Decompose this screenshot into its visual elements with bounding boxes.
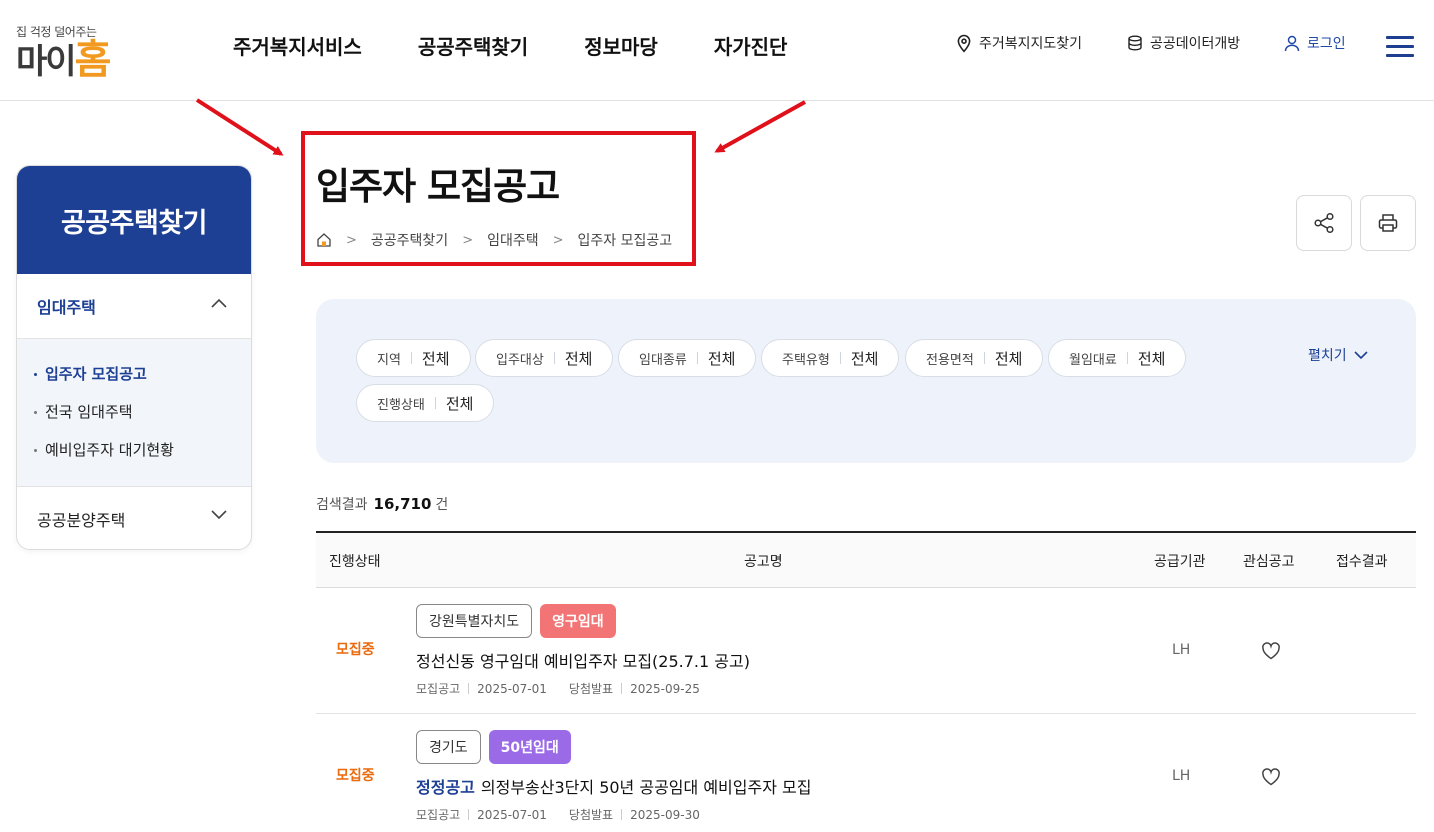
main-nav: 주거복지서비스 공공주택찾기 정보마당 자가진단 bbox=[233, 30, 843, 64]
table-row[interactable]: 모집중 경기도 50년임대 정정공고 의정부송산3단지 50년 공공임대 예비입주… bbox=[316, 714, 1416, 832]
notice-tags: 경기도 50년임대 bbox=[416, 730, 571, 764]
notice-meta: 모집공고 2025-07-01 당첨발표 2025-09-25 bbox=[416, 681, 700, 697]
database-icon bbox=[1128, 35, 1142, 51]
filter-chip-status[interactable]: 진행상태 전체 bbox=[356, 384, 495, 422]
correction-prefix: 정정공고 bbox=[416, 778, 475, 797]
location-pin-icon bbox=[957, 34, 971, 52]
notice-title: 정선신동 영구임대 예비입주자 모집(25.7.1 공고) bbox=[416, 652, 750, 671]
logo-wordmark: 마이홈 bbox=[16, 37, 111, 83]
result-count-label: 검색결과 bbox=[316, 497, 368, 513]
notice-title: 의정부송산3단지 50년 공공임대 예비입주자 모집 bbox=[480, 778, 812, 797]
filter-expand-button[interactable]: 펼치기 bbox=[1308, 345, 1368, 365]
column-header-favorite: 관심공고 bbox=[1243, 554, 1295, 570]
chevron-up-icon bbox=[211, 298, 227, 308]
side-nav-item-waitlist[interactable]: 예비입주자 대기현황 bbox=[17, 431, 251, 469]
print-icon bbox=[1378, 214, 1398, 232]
login-label: 로그인 bbox=[1307, 36, 1346, 52]
result-count-unit: 건 bbox=[435, 497, 449, 513]
side-nav-item-national-rental[interactable]: 전국 임대주택 bbox=[17, 393, 251, 431]
side-nav-title: 공공주택찾기 bbox=[17, 166, 251, 274]
page-title: 입주자 모집공고 bbox=[316, 165, 560, 208]
share-icon bbox=[1314, 212, 1334, 234]
breadcrumb-item-current: 입주자 모집공고 bbox=[577, 233, 673, 249]
column-header-title: 공고명 bbox=[744, 554, 783, 570]
annotation-arrow-left bbox=[195, 98, 284, 156]
nav-housing-welfare[interactable]: 주거복지서비스 bbox=[233, 30, 362, 64]
filter-chip-area[interactable]: 전용면적 전체 bbox=[905, 339, 1044, 377]
notice-tags: 강원특별자치도 영구임대 bbox=[416, 604, 616, 638]
rental-type-tag: 50년임대 bbox=[488, 730, 571, 764]
open-data-link[interactable]: 공공데이터개방 bbox=[1127, 33, 1240, 53]
nav-self-check[interactable]: 자가진단 bbox=[714, 30, 788, 64]
open-data-label: 공공데이터개방 bbox=[1150, 36, 1241, 52]
table-row[interactable]: 모집중 강원특별자치도 영구임대 정선신동 영구임대 예비입주자 모집(25.7… bbox=[316, 588, 1416, 714]
notice-meta: 모집공고 2025-07-01 당첨발표 2025-09-30 bbox=[416, 807, 700, 823]
supply-agency: LH bbox=[1172, 768, 1191, 784]
filter-panel bbox=[316, 299, 1416, 463]
notice-title-link[interactable]: 정정공고 의정부송산3단지 50년 공공임대 예비입주자 모집 bbox=[416, 774, 811, 798]
status-badge: 모집중 bbox=[336, 768, 375, 784]
column-header-result: 접수결과 bbox=[1336, 554, 1388, 570]
filter-chip-rental-kind[interactable]: 임대종류 전체 bbox=[618, 339, 757, 377]
breadcrumb-separator: > bbox=[552, 232, 564, 248]
column-header-status: 진행상태 bbox=[329, 554, 381, 570]
region-tag: 경기도 bbox=[416, 730, 481, 764]
login-link[interactable]: 로그인 bbox=[1284, 33, 1346, 53]
heart-icon[interactable] bbox=[1261, 642, 1281, 660]
filter-expand-label: 펼치기 bbox=[1308, 348, 1347, 364]
status-badge: 모집중 bbox=[336, 642, 375, 658]
welfare-map-label: 주거복지지도찾기 bbox=[979, 36, 1083, 52]
filter-chip-monthly-rent[interactable]: 월임대료 전체 bbox=[1048, 339, 1187, 377]
nav-public-housing[interactable]: 공공주택찾기 bbox=[418, 30, 528, 64]
breadcrumb-separator: > bbox=[346, 232, 357, 248]
side-nav-group-rental[interactable]: 임대주택 bbox=[17, 274, 251, 339]
site-logo[interactable]: 집 걱정 덜어주는 마이홈 bbox=[16, 18, 156, 82]
user-icon bbox=[1284, 35, 1300, 51]
table-header: 진행상태 공고명 공급기관 관심공고 접수결과 bbox=[316, 531, 1416, 588]
region-tag: 강원특별자치도 bbox=[416, 604, 533, 638]
print-button[interactable] bbox=[1360, 195, 1416, 251]
side-nav-group-sale[interactable]: 공공분양주택 bbox=[17, 487, 251, 549]
welfare-map-link[interactable]: 주거복지지도찾기 bbox=[956, 33, 1082, 53]
breadcrumb-item[interactable]: 임대주택 bbox=[487, 230, 539, 250]
site-header: 집 걱정 덜어주는 마이홈 주거복지서비스 공공주택찾기 정보마당 자가진단 주… bbox=[0, 0, 1434, 101]
breadcrumb-separator: > bbox=[462, 232, 474, 248]
annotation-arrow-right bbox=[714, 100, 806, 153]
notice-title-link[interactable]: 정선신동 영구임대 예비입주자 모집(25.7.1 공고) bbox=[416, 648, 750, 672]
chevron-down-icon bbox=[211, 510, 227, 520]
filter-chip-region[interactable]: 지역 전체 bbox=[356, 339, 471, 377]
side-nav-item-recruitment-notice[interactable]: 입주자 모집공고 bbox=[17, 355, 251, 393]
supply-agency: LH bbox=[1172, 642, 1191, 658]
heart-icon[interactable] bbox=[1261, 768, 1281, 786]
breadcrumb: > 공공주택찾기 > 임대주택 > 입주자 모집공고 bbox=[316, 230, 672, 250]
share-button[interactable] bbox=[1296, 195, 1352, 251]
filter-chip-housing-type[interactable]: 주택유형 전체 bbox=[761, 339, 900, 377]
breadcrumb-item[interactable]: 공공주택찾기 bbox=[371, 230, 448, 250]
chevron-down-icon bbox=[1354, 350, 1368, 359]
side-nav-group-rental-label: 임대주택 bbox=[37, 298, 96, 317]
side-nav-submenu: 입주자 모집공고 전국 임대주택 예비입주자 대기현황 bbox=[17, 339, 251, 487]
column-header-agency: 공급기관 bbox=[1154, 554, 1206, 570]
result-count: 검색결과 16,710 건 bbox=[316, 494, 448, 514]
filter-chip-target[interactable]: 입주대상 전체 bbox=[475, 339, 614, 377]
menu-hamburger-icon[interactable] bbox=[1386, 36, 1414, 58]
result-count-number: 16,710 bbox=[373, 495, 432, 513]
rental-type-tag: 영구임대 bbox=[540, 604, 616, 638]
side-nav-group-sale-label: 공공분양주택 bbox=[37, 510, 126, 530]
side-nav: 공공주택찾기 임대주택 입주자 모집공고 전국 임대주택 예비입주자 대기현황 … bbox=[16, 165, 252, 550]
home-icon[interactable] bbox=[316, 232, 332, 248]
nav-info[interactable]: 정보마당 bbox=[584, 30, 658, 64]
